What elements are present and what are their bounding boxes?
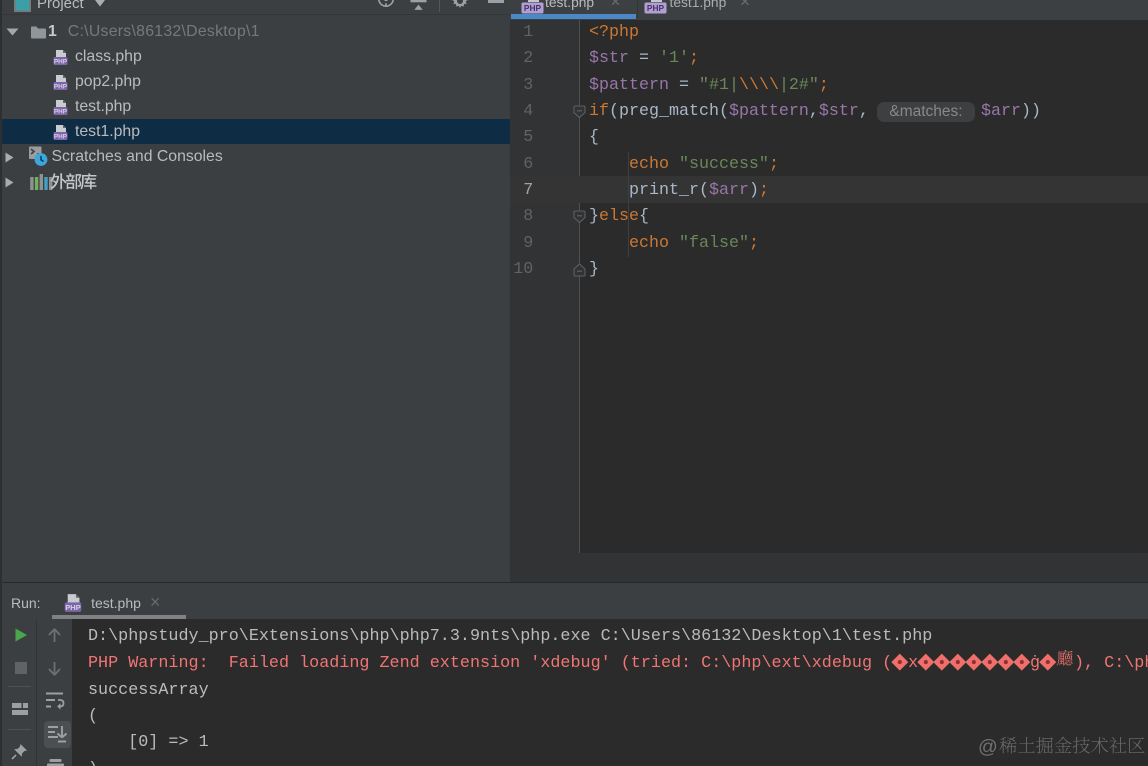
svg-text:PHP: PHP <box>54 108 68 115</box>
svg-text:PHP: PHP <box>54 133 68 140</box>
svg-text:PHP: PHP <box>646 3 664 13</box>
svg-text:PHP: PHP <box>54 83 68 90</box>
svg-text:PHP: PHP <box>524 3 542 13</box>
svg-text:PHP: PHP <box>65 602 80 611</box>
svg-text:PHP: PHP <box>54 58 68 65</box>
